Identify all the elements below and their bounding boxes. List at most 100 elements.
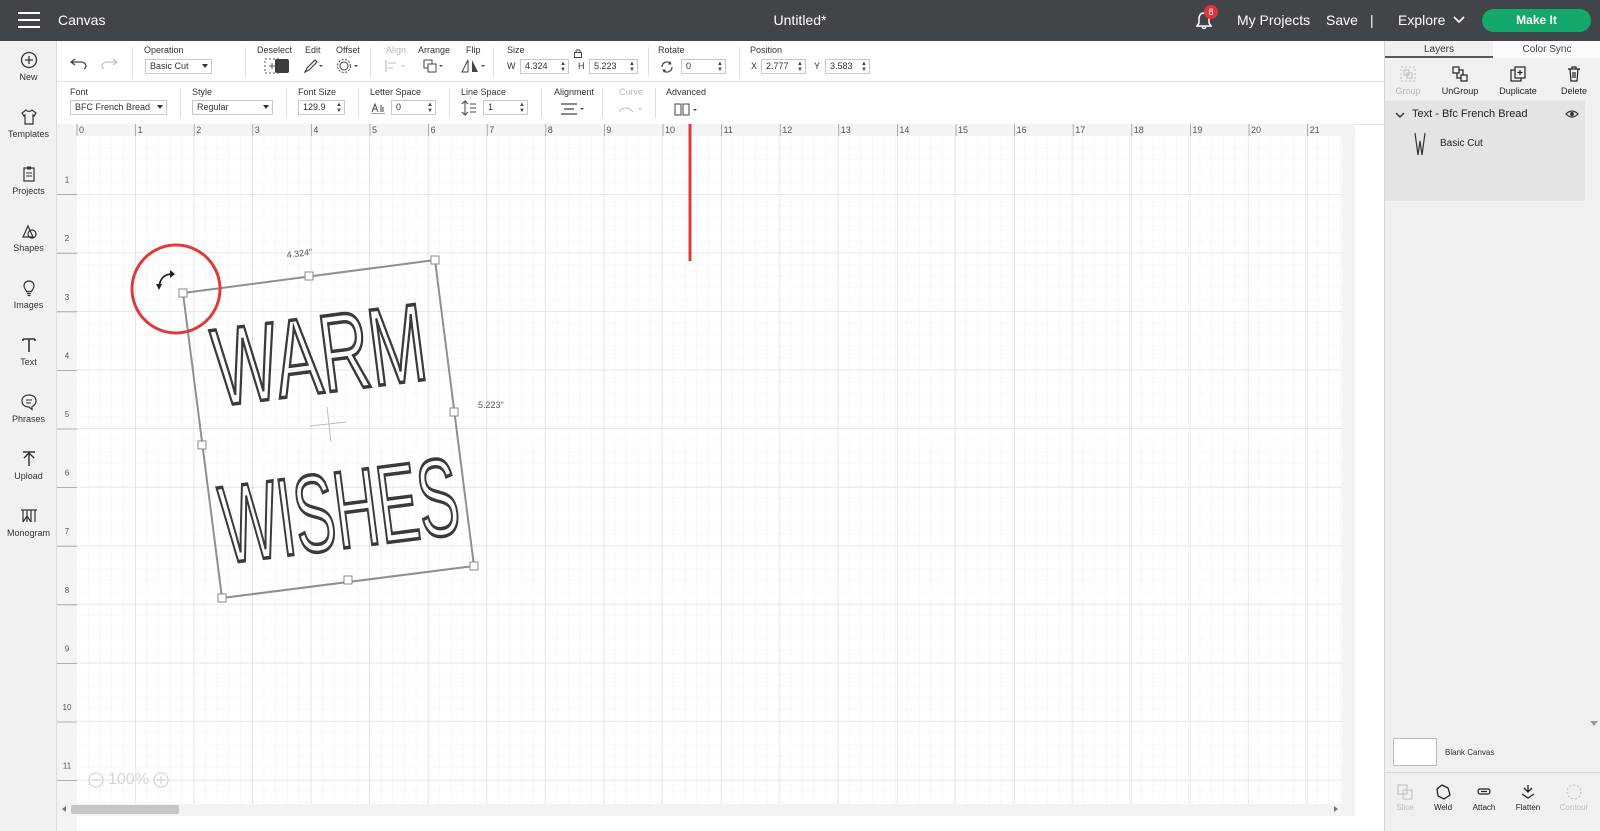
corner-handle[interactable] <box>469 561 479 571</box>
font-size-input[interactable]: 129.9 ▲ ▼ <box>298 100 345 115</box>
edge-handle[interactable] <box>449 407 459 417</box>
line-space-icon <box>461 100 476 116</box>
canvas-surface[interactable]: 0 1 2 3 4 5 6 7 8 9 10 11 12 13 14 15 16 17 18 19 20 21 12345… <box>57 124 1355 831</box>
sidebar-item-monogram[interactable]: Monogram <box>0 507 57 557</box>
toolbar-divider <box>180 88 181 118</box>
align-icon[interactable] <box>384 59 408 73</box>
ungroup-button[interactable]: UnGroup <box>1433 65 1487 96</box>
sidebar-item-images[interactable]: Images <box>0 279 57 329</box>
corner-handle[interactable] <box>430 255 440 265</box>
my-projects-link[interactable]: My Projects <box>1237 12 1310 28</box>
save-button[interactable]: Save <box>1326 12 1358 28</box>
duplicate-button[interactable]: Duplicate <box>1491 65 1545 96</box>
weld-button[interactable]: Weld <box>1421 783 1465 812</box>
ruler-tick-label: 17 <box>1075 125 1085 135</box>
sidebar-item-templates[interactable]: Templates <box>0 108 57 158</box>
edge-handle[interactable] <box>343 575 353 585</box>
layer-group[interactable]: Text - Bfc French Bread Basic Cut <box>1385 101 1585 201</box>
arrange-icon[interactable] <box>422 58 446 74</box>
flip-label: Flip <box>466 45 481 55</box>
lock-icon[interactable] <box>573 48 583 58</box>
shirt-icon <box>20 109 37 125</box>
sidebar-item-phrases[interactable]: Phrases <box>0 393 57 443</box>
redo-icon[interactable] <box>100 57 118 69</box>
attach-label: Attach <box>1472 803 1496 812</box>
ruler-tick-label: 11 <box>724 125 733 135</box>
height-input[interactable]: 5.223 ▲ ▼ <box>589 59 638 74</box>
zoom-level: 100% <box>108 771 149 788</box>
sidebar-item-upload[interactable]: Upload <box>0 450 57 500</box>
operation-select[interactable]: Basic Cut <box>145 59 212 74</box>
sidebar-item-text[interactable]: Text <box>0 336 57 386</box>
letter-space-icon <box>371 102 385 114</box>
hamburger-menu-icon[interactable] <box>18 12 40 28</box>
curve-icon[interactable] <box>617 102 645 116</box>
sidebar-item-shapes[interactable]: Shapes <box>0 222 57 272</box>
flip-icon[interactable] <box>461 58 487 74</box>
shapes-icon <box>21 224 37 239</box>
y-label: Y <box>814 61 821 71</box>
ruler-tick-label: 8 <box>65 586 70 595</box>
tab-color-sync[interactable]: Color Sync <box>1493 41 1600 58</box>
y-position-value: 3.583 <box>830 61 853 71</box>
design-canvas[interactable]: 0 1 2 3 4 5 6 7 8 9 10 11 12 13 14 15 16 17 18 19 20 21 12345… <box>57 124 1355 831</box>
pencil-icon[interactable] <box>303 58 325 74</box>
stepper-icon[interactable]: ▲ ▼ <box>336 102 342 114</box>
rotate-input[interactable]: 0 ▲ ▼ <box>681 59 726 74</box>
slice-icon <box>1397 784 1413 800</box>
font-select[interactable]: BFC French Bread <box>70 100 167 115</box>
caret-down-icon <box>263 105 269 109</box>
style-select[interactable]: Regular <box>192 100 273 115</box>
offset-icon[interactable] <box>336 58 360 74</box>
deselect-icon[interactable] <box>264 58 280 74</box>
attach-button[interactable]: Attach <box>1462 783 1506 812</box>
zoom-out-icon[interactable] <box>88 772 104 788</box>
layers-panel: Layers Color Sync Group UnGroup Duplicat… <box>1384 41 1600 831</box>
vertical-scrollbar[interactable] <box>1342 136 1355 804</box>
stepper-icon[interactable]: ▲ ▼ <box>717 61 723 73</box>
tab-layers[interactable]: Layers <box>1385 41 1493 58</box>
stepper-icon[interactable]: ▲ ▼ <box>519 102 525 114</box>
advanced-icon[interactable] <box>674 103 702 117</box>
width-value: 4.324 <box>525 61 548 71</box>
horizontal-scrollbar[interactable] <box>57 804 1355 816</box>
undo-icon[interactable] <box>70 57 88 69</box>
blank-canvas-swatch[interactable] <box>1393 738 1437 766</box>
scroll-down-icon[interactable] <box>1590 721 1598 727</box>
ruler-tick-label: 14 <box>899 125 909 135</box>
sidebar-item-projects[interactable]: Projects <box>0 165 57 215</box>
panel-bottom-actions: Slice Weld Attach Flatten Contour <box>1385 772 1600 831</box>
group-button[interactable]: Group <box>1381 65 1435 96</box>
x-position-input[interactable]: 2.777 ▲ ▼ <box>761 59 806 74</box>
chevron-down-icon[interactable] <box>1395 112 1405 119</box>
horizontal-scrollbar-thumb[interactable] <box>71 805 179 814</box>
toolbar-divider <box>541 88 542 118</box>
letter-space-input[interactable]: 0 ▲ ▼ <box>391 100 436 115</box>
stepper-icon[interactable]: ▲ ▼ <box>861 61 867 73</box>
corner-handle[interactable] <box>217 593 227 603</box>
delete-button[interactable]: Delete <box>1547 65 1600 96</box>
flatten-button[interactable]: Flatten <box>1506 783 1550 812</box>
duplicate-icon <box>1510 66 1526 82</box>
stepper-icon[interactable]: ▲ ▼ <box>797 61 803 73</box>
stepper-icon[interactable]: ▲ ▼ <box>427 102 433 114</box>
eye-icon[interactable] <box>1565 109 1579 119</box>
corner-handle[interactable] <box>178 288 188 298</box>
stepper-icon[interactable]: ▲ ▼ <box>560 61 566 73</box>
toolbar-divider <box>655 88 656 118</box>
explore-dropdown[interactable]: Explore <box>1398 12 1466 28</box>
y-position-input[interactable]: 3.583 ▲ ▼ <box>825 59 870 74</box>
sidebar-item-new[interactable]: New <box>0 51 57 101</box>
width-input[interactable]: 4.324 ▲ ▼ <box>520 59 569 74</box>
zoom-in-icon[interactable] <box>153 772 169 788</box>
rotate-label: Rotate <box>658 45 685 55</box>
contour-button[interactable]: Contour <box>1552 783 1596 812</box>
stepper-icon[interactable]: ▲ ▼ <box>629 61 635 73</box>
ruler-tick-label: 9 <box>606 125 611 135</box>
align-center-icon[interactable] <box>560 102 586 116</box>
make-it-button[interactable]: Make It <box>1482 9 1591 32</box>
position-label: Position <box>750 45 783 55</box>
edge-handle[interactable] <box>304 271 314 281</box>
line-space-input[interactable]: 1 ▲ ▼ <box>483 100 528 115</box>
edge-handle[interactable] <box>197 440 207 450</box>
